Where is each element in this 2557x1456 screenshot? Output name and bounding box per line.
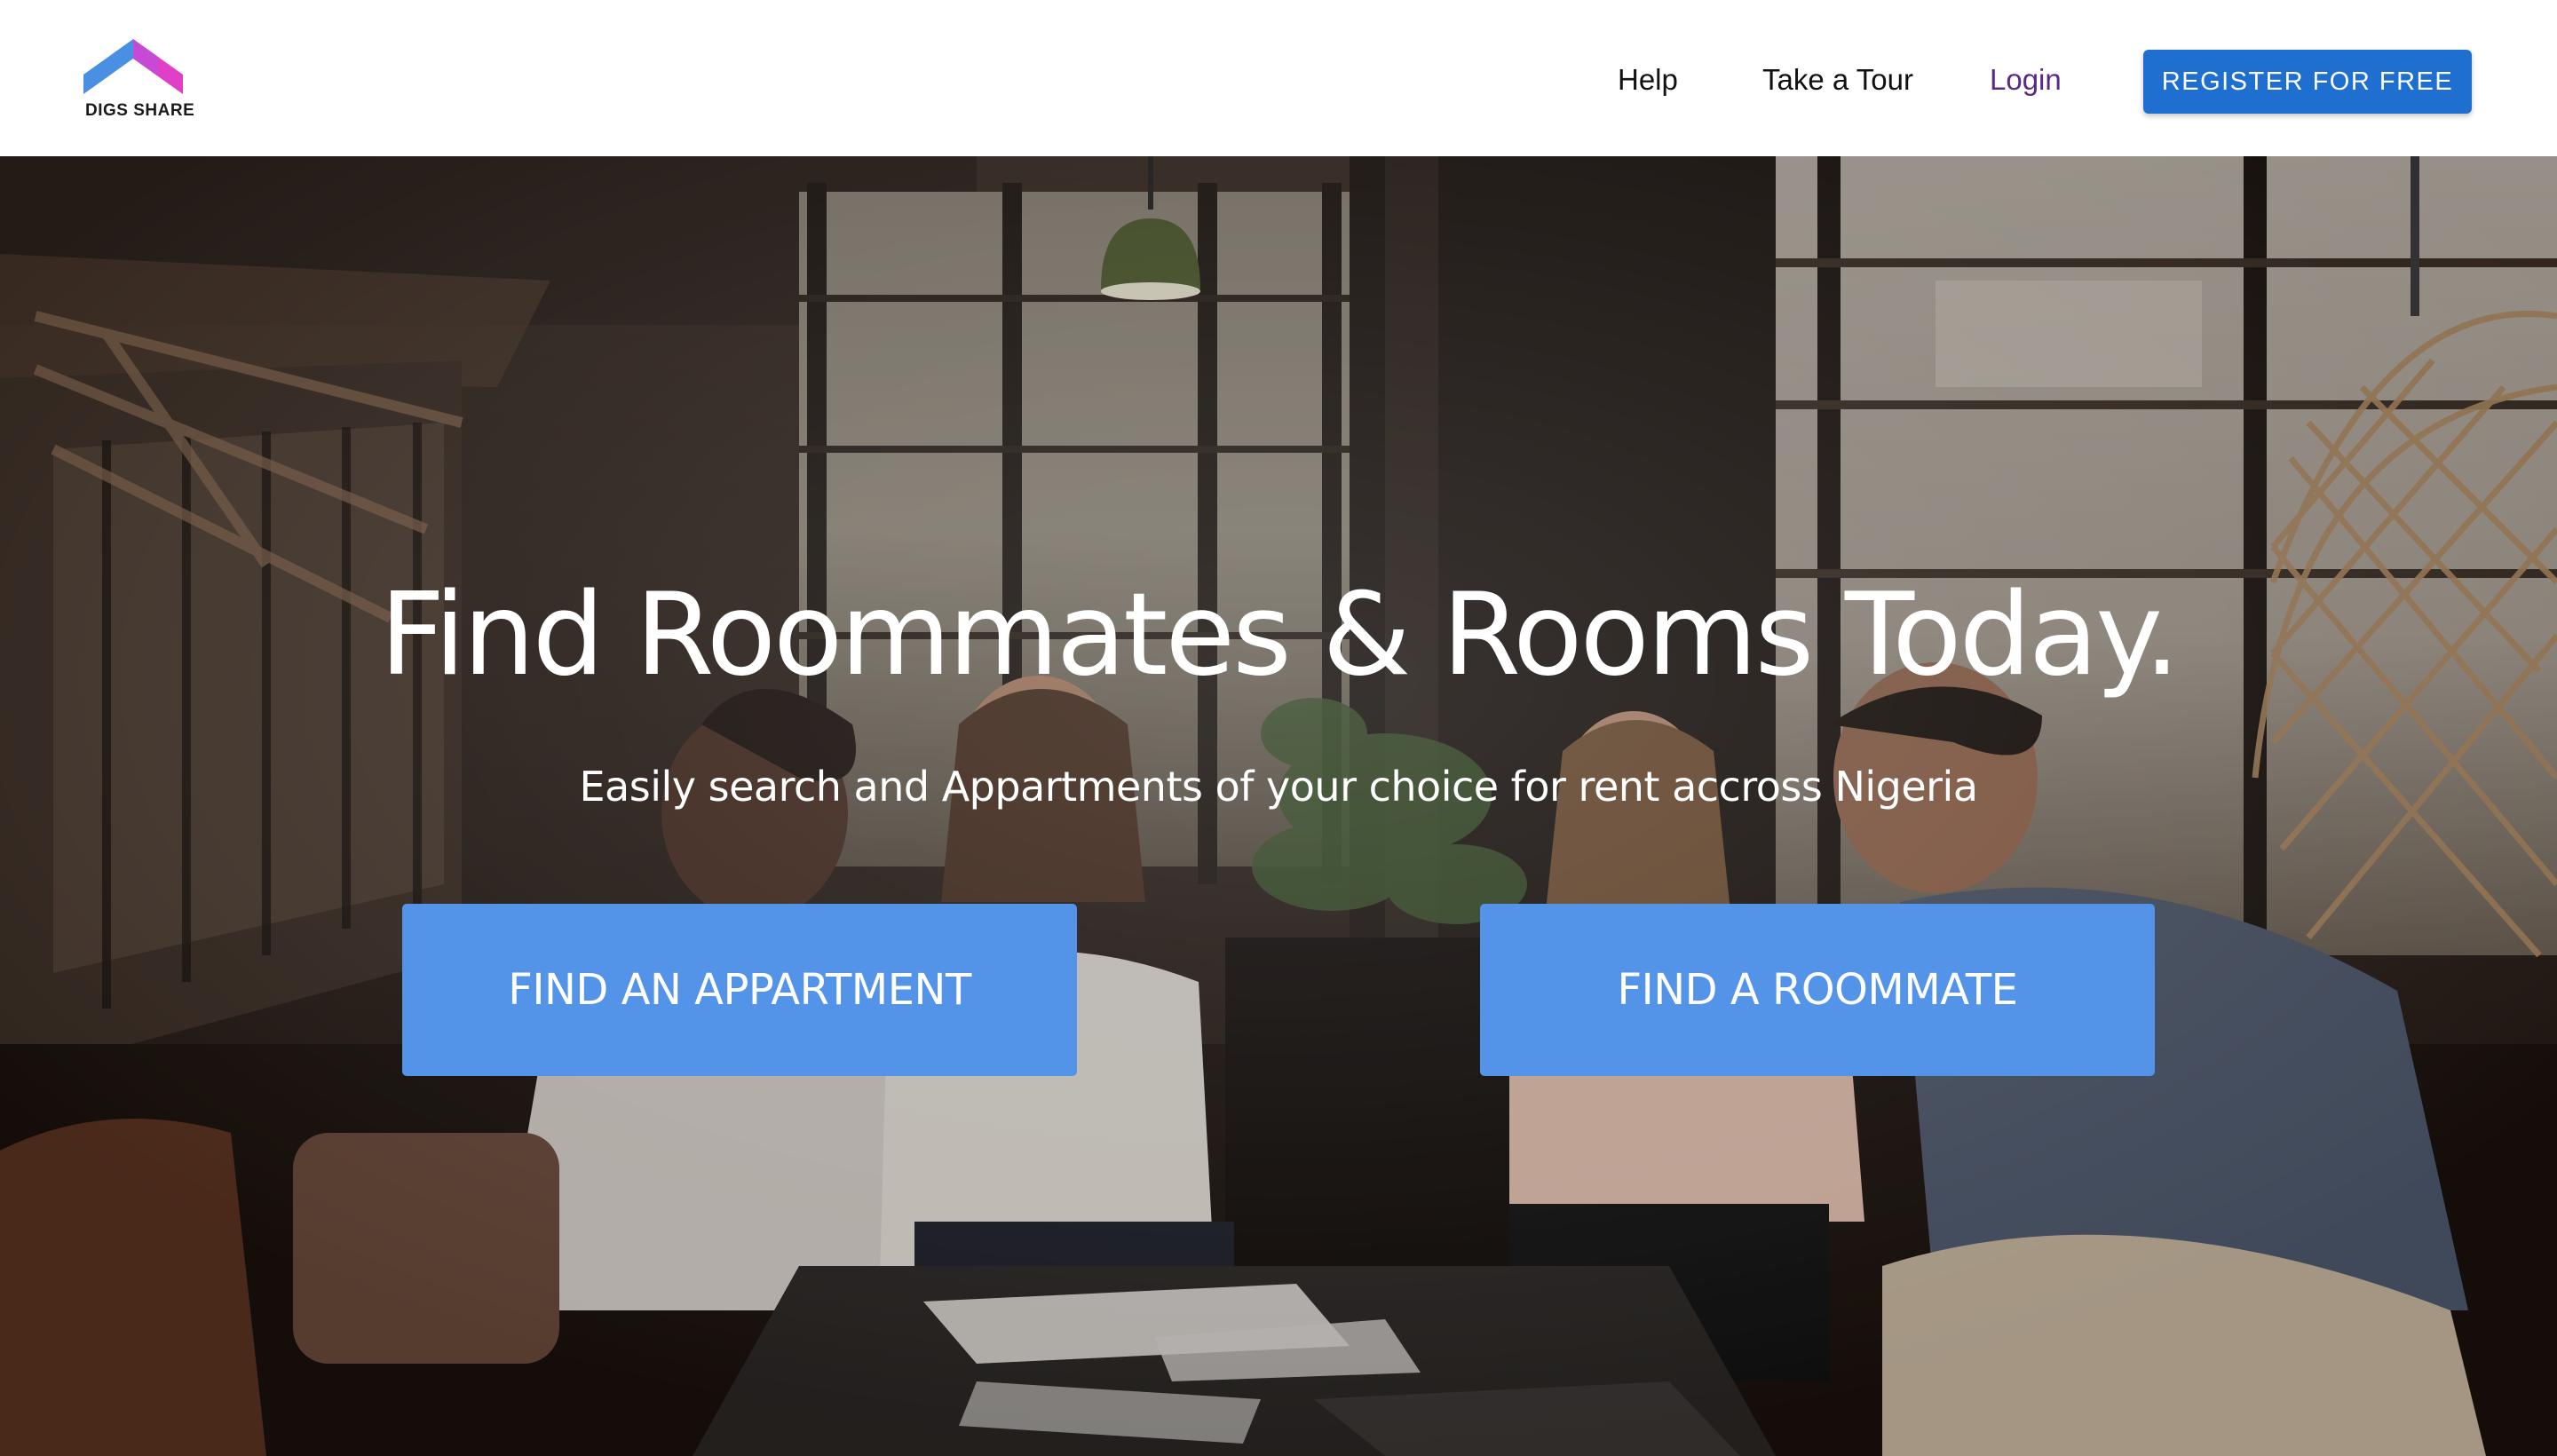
top-navbar: DIGS SHARE Help Take a Tour Login REGIST… bbox=[0, 0, 2557, 156]
house-roof-icon bbox=[83, 39, 183, 94]
find-apartment-button[interactable]: FIND AN APPARTMENT bbox=[402, 904, 1077, 1076]
nav-login-link[interactable]: Login bbox=[1990, 62, 2062, 98]
register-for-free-button[interactable]: REGISTER FOR FREE bbox=[2143, 50, 2472, 114]
nav-take-a-tour-link[interactable]: Take a Tour bbox=[1762, 62, 1913, 98]
brand-name: DIGS SHARE bbox=[85, 101, 195, 120]
hero-title: Find Roommates & Rooms Today. bbox=[379, 569, 2181, 701]
hero-subtitle: Easily search and Appartments of your ch… bbox=[579, 763, 1978, 811]
brand-logo[interactable]: DIGS SHARE bbox=[83, 39, 199, 121]
hero-section: Find Roommates & Rooms Today. Easily sea… bbox=[0, 156, 2557, 1456]
nav-help-link[interactable]: Help bbox=[1618, 62, 1678, 98]
find-roommate-button[interactable]: FIND A ROOMMATE bbox=[1480, 904, 2155, 1076]
